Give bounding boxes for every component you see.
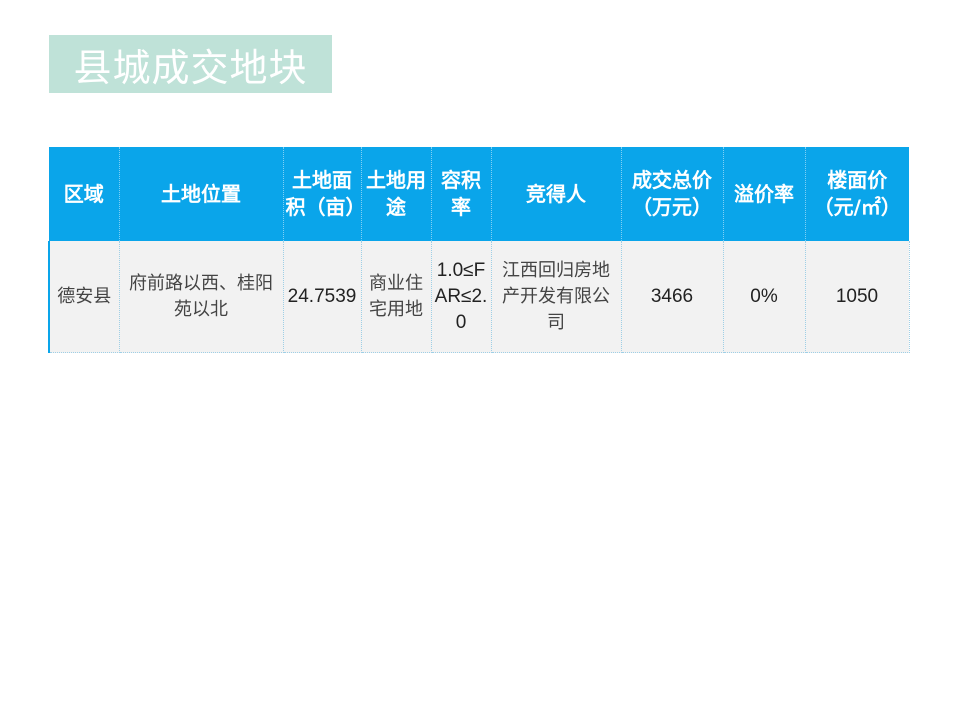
header-total-price: 成交总价（万元） (621, 147, 724, 241)
header-area: 土地面积（亩） (283, 147, 366, 241)
header-floor-price: 楼面价（元/㎡） (805, 147, 909, 241)
cell-total-price: 3466 (621, 241, 724, 353)
cell-premium-rate: 0% (723, 241, 806, 353)
header-district: 区域 (49, 147, 120, 241)
cell-usage: 商业住宅用地 (361, 241, 432, 353)
cell-winner: 江西回归房地产开发有限公司 (491, 241, 622, 353)
cell-area: 24.7539 (283, 241, 362, 353)
cell-district: 德安县 (48, 241, 120, 353)
header-usage: 土地用途 (361, 147, 432, 241)
page-title-banner: 县城成交地块 (49, 35, 332, 93)
header-premium-rate: 溢价率 (723, 147, 806, 241)
header-far: 容积率 (431, 147, 492, 241)
table-row: 德安县 府前路以西、桂阳苑以北 24.7539 商业住宅用地 1.0≤FAR≤2… (48, 241, 910, 353)
header-winner: 竞得人 (491, 147, 622, 241)
cell-far: 1.0≤FAR≤2.0 (431, 241, 492, 353)
table-header-row: 区域 土地位置 土地面积（亩） 土地用途 容积率 竞得人 成交总价（万元） 溢价… (49, 147, 909, 241)
land-deal-table: 区域 土地位置 土地面积（亩） 土地用途 容积率 竞得人 成交总价（万元） 溢价… (48, 147, 910, 353)
cell-floor-price: 1050 (805, 241, 910, 353)
cell-location: 府前路以西、桂阳苑以北 (119, 241, 284, 353)
header-location: 土地位置 (119, 147, 284, 241)
page-title: 县城成交地块 (73, 45, 308, 90)
